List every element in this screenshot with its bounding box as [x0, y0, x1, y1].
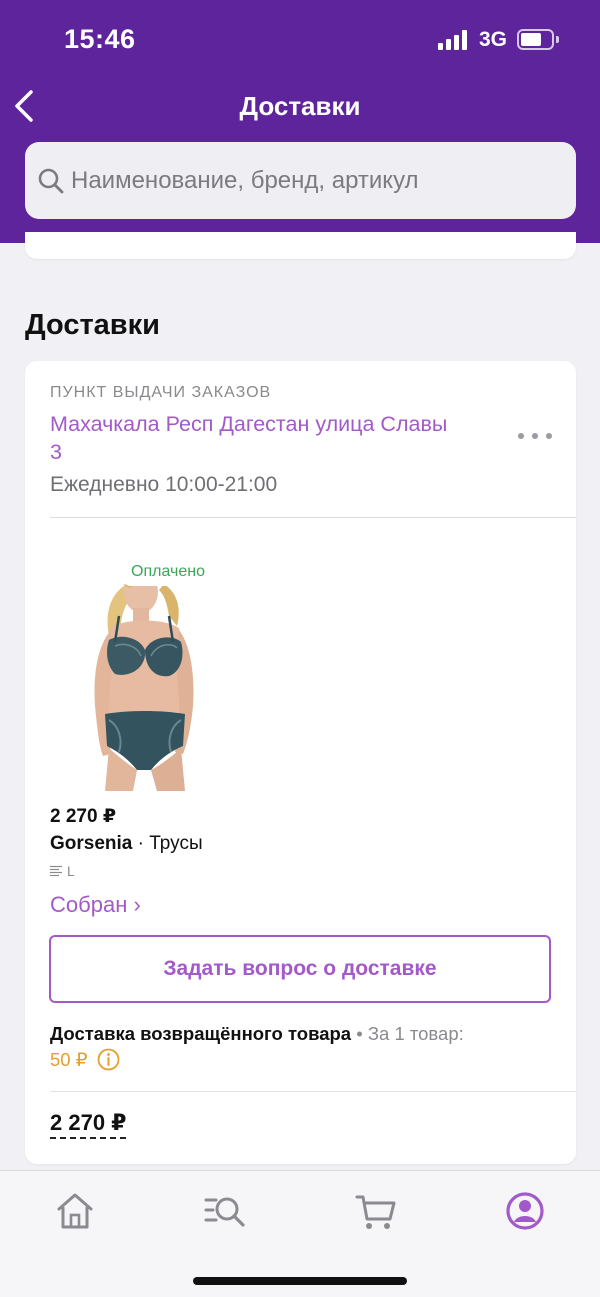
order-status-link[interactable]: Собран › — [50, 892, 141, 918]
app-header: 15:46 3G Доставки — [0, 0, 600, 243]
battery-icon — [517, 29, 554, 50]
pickup-label: ПУНКТ ВЫДАЧИ ЗАКАЗОВ — [50, 384, 272, 401]
product-type: Трусы — [149, 833, 203, 854]
tab-home[interactable] — [53, 1189, 97, 1233]
name-separator: · — [132, 833, 150, 854]
product-photo[interactable] — [69, 556, 219, 791]
paid-status-badge: Оплачено — [118, 558, 218, 586]
search-icon — [38, 168, 64, 194]
divider — [50, 517, 576, 518]
status-bar: 15:46 3G — [0, 0, 600, 80]
battery-nub — [556, 36, 559, 43]
product-brand: Gorsenia — [50, 833, 133, 854]
return-delivery-per-item: • За 1 товар: — [351, 1023, 464, 1044]
tab-cart[interactable] — [354, 1189, 398, 1233]
page-title: Доставки — [239, 91, 361, 121]
pickup-hours: Ежедневно 10:00-21:00 — [50, 473, 278, 496]
tab-catalog[interactable] — [203, 1189, 247, 1233]
previous-card — [25, 232, 576, 259]
cart-icon — [355, 1195, 396, 1229]
divider — [50, 1091, 576, 1092]
product-name: Gorsenia · Трусы — [50, 833, 203, 855]
return-delivery-title: Доставка возвращённого товара — [50, 1023, 352, 1044]
section-title: Доставки — [25, 309, 160, 341]
home-indicator[interactable] — [193, 1277, 407, 1285]
return-delivery-fee: 50 ₽ — [50, 1049, 88, 1070]
catalog-search-icon — [204, 1197, 245, 1227]
product-size: L — [50, 863, 75, 879]
search-input[interactable] — [71, 142, 561, 219]
return-delivery-info: Доставка возвращённого товара • За 1 тов… — [50, 1021, 550, 1073]
pickup-address[interactable]: Махачкала Респ Дагестан улица Славы 3 — [50, 410, 450, 466]
more-dots-icon[interactable] — [518, 433, 552, 443]
home-icon — [57, 1193, 93, 1229]
profile-icon — [506, 1192, 544, 1230]
size-icon — [50, 865, 62, 877]
info-icon[interactable] — [97, 1048, 120, 1071]
tab-profile[interactable] — [503, 1189, 547, 1233]
ask-delivery-question-button[interactable]: Задать вопрос о доставке — [49, 935, 551, 1003]
status-time: 15:46 — [64, 24, 136, 54]
search-bar[interactable] — [25, 142, 576, 219]
product-price: 2 270 ₽ — [50, 806, 117, 827]
network-type: 3G — [479, 28, 508, 51]
size-value: L — [67, 863, 75, 879]
signal-icon — [438, 30, 470, 50]
order-total[interactable]: 2 270 ₽ — [50, 1110, 127, 1139]
delivery-card: ПУНКТ ВЫДАЧИ ЗАКАЗОВ Махачкала Респ Даге… — [25, 361, 576, 1164]
